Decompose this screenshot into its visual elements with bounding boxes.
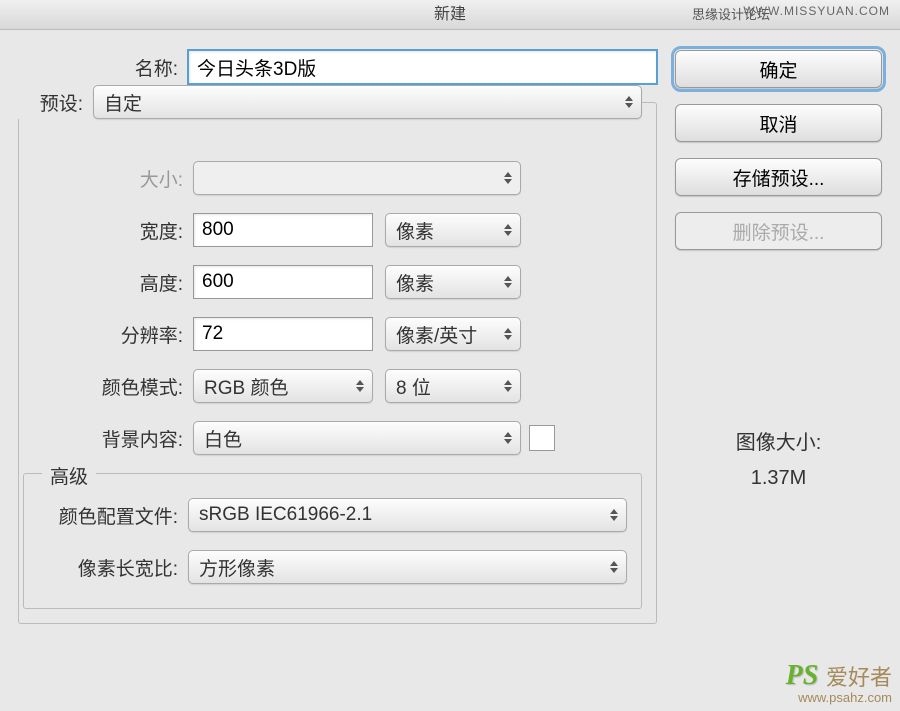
image-size-info: 图像大小: 1.37M — [675, 426, 882, 490]
resolution-input[interactable] — [193, 317, 373, 351]
height-input[interactable] — [193, 265, 373, 299]
save-preset-button[interactable]: 存储预设... — [675, 158, 882, 196]
width-input[interactable] — [193, 213, 373, 247]
bg-color-swatch[interactable] — [529, 425, 555, 451]
ok-button[interactable]: 确定 — [675, 50, 882, 88]
cancel-button[interactable]: 取消 — [675, 104, 882, 142]
chevron-updown-icon — [610, 509, 618, 521]
preset-label: 预设: — [15, 89, 93, 116]
colorprofile-label: 颜色配置文件: — [28, 502, 188, 529]
chevron-updown-icon — [356, 380, 364, 392]
colormode-select[interactable]: RGB 颜色 — [193, 369, 373, 403]
colormode-label: 颜色模式: — [23, 373, 193, 400]
resolution-label: 分辨率: — [23, 321, 193, 348]
resolution-unit-select[interactable]: 像素/英寸 — [385, 317, 521, 351]
image-size-label: 图像大小: — [675, 426, 882, 455]
watermark-bottom: PS 爱好者 www.psahz.com — [786, 660, 892, 705]
name-label: 名称: — [18, 54, 188, 81]
watermark-bottom-url: www.psahz.com — [786, 690, 892, 705]
watermark-ps-logo: PS — [786, 660, 819, 692]
delete-preset-button: 删除预设... — [675, 212, 882, 250]
watermark-text: 爱好者 — [826, 660, 892, 692]
preset-fieldset: 预设: 自定 大小: 宽度: 像素 — [18, 102, 657, 624]
image-size-value: 1.37M — [675, 467, 882, 490]
chevron-updown-icon — [625, 96, 633, 108]
chevron-updown-icon — [504, 172, 512, 184]
colorprofile-select[interactable]: sRGB IEC61966-2.1 — [188, 498, 627, 532]
watermark-url: WWW.MISSYUAN.COM — [743, 4, 890, 18]
window-title: 新建 — [434, 6, 466, 23]
advanced-legend: 高级 — [42, 462, 96, 489]
bitdepth-select[interactable]: 8 位 — [385, 369, 521, 403]
pixelaspect-label: 像素长宽比: — [28, 554, 188, 581]
size-label: 大小: — [23, 165, 193, 192]
bgcontent-select[interactable]: 白色 — [193, 421, 521, 455]
chevron-updown-icon — [610, 561, 618, 573]
chevron-updown-icon — [504, 328, 512, 340]
size-select — [193, 161, 521, 195]
height-unit-select[interactable]: 像素 — [385, 265, 521, 299]
preset-select[interactable]: 自定 — [93, 85, 642, 119]
advanced-fieldset: 高级 颜色配置文件: sRGB IEC61966-2.1 像素长宽比: 方形像素 — [23, 473, 642, 609]
width-label: 宽度: — [23, 217, 193, 244]
chevron-updown-icon — [504, 432, 512, 444]
chevron-updown-icon — [504, 380, 512, 392]
pixelaspect-select[interactable]: 方形像素 — [188, 550, 627, 584]
bgcontent-label: 背景内容: — [23, 425, 193, 452]
chevron-updown-icon — [504, 276, 512, 288]
name-input[interactable] — [188, 50, 657, 84]
width-unit-select[interactable]: 像素 — [385, 213, 521, 247]
chevron-updown-icon — [504, 224, 512, 236]
height-label: 高度: — [23, 269, 193, 296]
